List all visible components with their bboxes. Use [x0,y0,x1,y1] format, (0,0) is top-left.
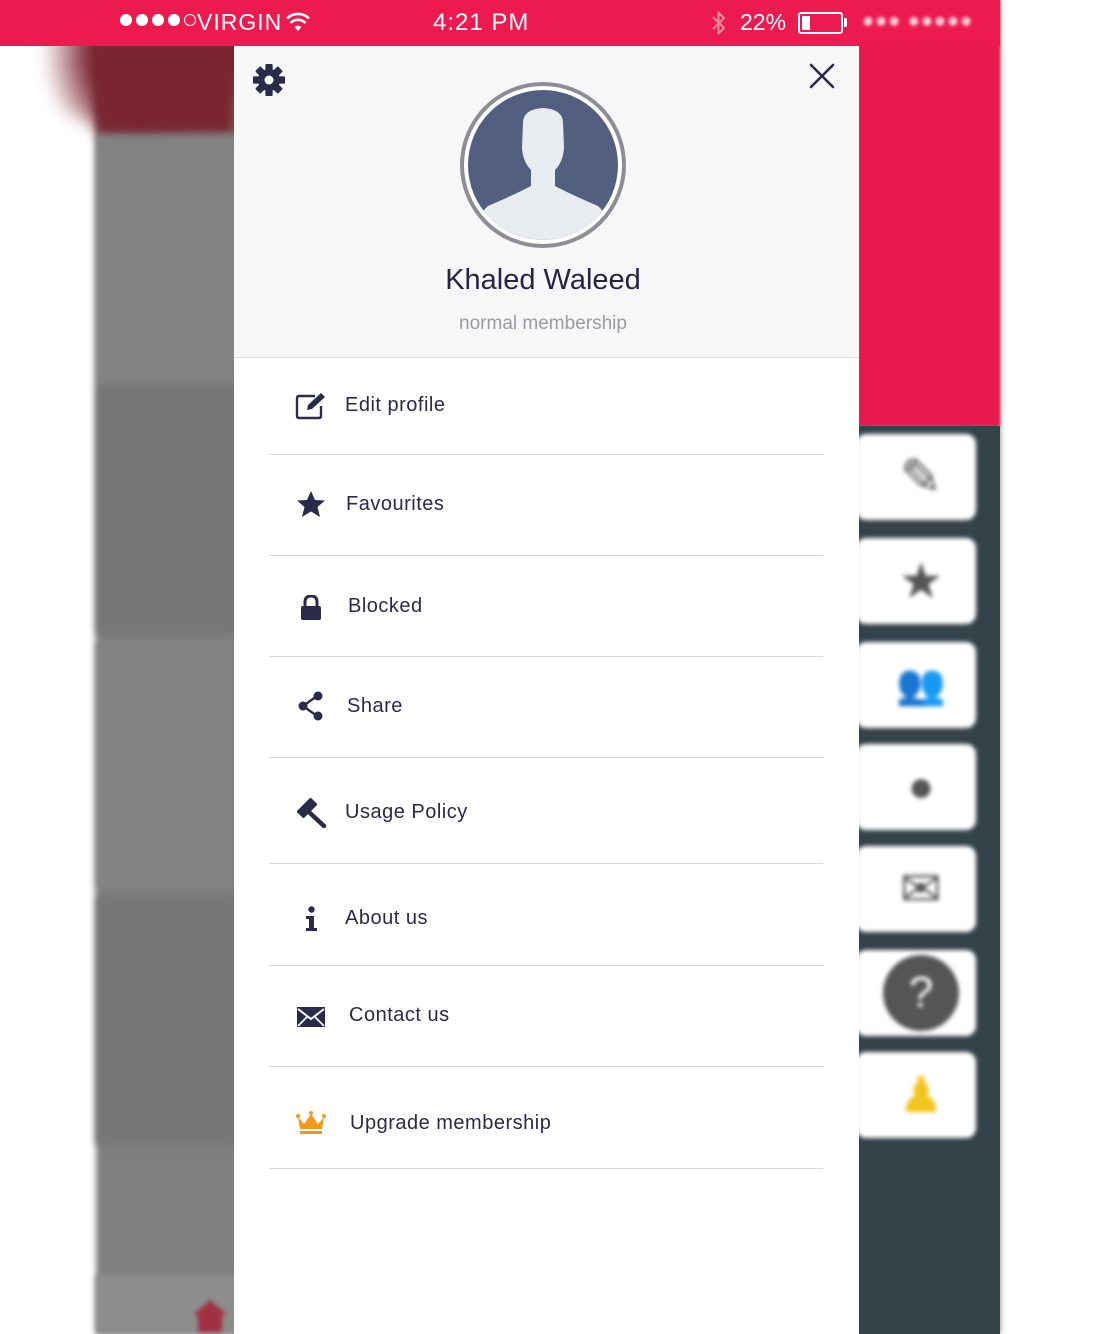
menu-item-blocked[interactable]: Blocked [269,556,823,657]
crown-icon [294,1106,328,1140]
background-tile-star: ★ [856,538,976,624]
background-list-row [96,385,236,635]
background-tile-bulb: ● [856,744,976,830]
carrier-name: VIRGIN [197,9,283,35]
background-tile-group: 👥 [856,642,976,728]
membership-type: normal membership [459,313,627,334]
signal-dot [152,14,164,26]
menu-item-edit-profile[interactable]: Edit profile [269,358,823,455]
background-tile-edit: ✎ [856,434,976,520]
person-silhouette-icon [475,108,611,240]
background-list-row [96,895,236,1145]
menu-item-favourites[interactable]: Favourites [269,455,823,556]
screen: ✎ ★ 👥 ● ✉ ? ♟ ●●● ●●●●● VIRGIN 4:21 PM 2… [0,0,1118,1334]
bluetooth-icon [712,11,725,35]
menu-label: About us [345,907,428,929]
menu-item-usage-policy[interactable]: Usage Policy [269,758,823,864]
wifi-icon [286,12,310,31]
menu-label: Upgrade membership [350,1112,552,1134]
menu-item-share[interactable]: Share [269,657,823,758]
menu-label: Contact us [349,1004,450,1026]
signal-dot [184,14,196,26]
background-tile-envelope: ✉ [856,846,976,932]
edit-icon [294,389,328,423]
background-status-signal: ●●● ●●●●● [862,10,974,32]
menu-label: Share [347,695,403,717]
menu-item-upgrade-membership[interactable]: Upgrade membership [269,1067,823,1169]
lock-icon [294,591,328,625]
close-icon [809,63,835,89]
gear-icon [253,64,285,96]
menu-label: Favourites [346,493,445,515]
background-list-row [96,135,236,385]
status-time: 4:21 PM [433,9,530,36]
envelope-icon: ✉ [900,861,942,917]
close-button[interactable] [806,60,838,92]
settings-button[interactable] [251,62,287,98]
profile-header: Khaled Waleed normal membership [234,46,859,358]
menu-label: Edit profile [345,394,446,416]
edit-icon: ✎ [900,449,942,505]
info-icon [294,902,328,936]
battery-tip [844,18,847,27]
star-icon [294,487,328,521]
user-badge-icon: ♟ [898,1067,944,1123]
signal-dot [168,14,180,26]
side-drawer: Khaled Waleed normal membership Edit pro… [234,46,859,1334]
battery-icon [798,12,843,34]
menu-item-about-us[interactable]: About us [269,864,823,966]
home-icon [193,1300,227,1332]
share-icon [294,689,328,723]
envelope-icon [294,1000,328,1034]
drawer-menu: Edit profile Favourites Blocked Share Us… [269,358,823,1169]
gavel-icon [294,795,328,829]
question-icon: ? [883,955,959,1031]
signal-dot [120,14,132,26]
menu-label: Blocked [348,595,423,617]
bulb-icon: ● [907,762,935,811]
avatar-image [468,90,618,240]
battery-percent: 22% [740,9,787,35]
background-tile-user-badge: ♟ [856,1052,976,1138]
background-tile-question: ? [856,950,976,1036]
signal-strength-icon [120,14,196,26]
battery-level [802,16,810,30]
avatar[interactable] [460,82,626,248]
menu-label: Usage Policy [345,801,468,823]
group-icon: 👥 [896,663,946,707]
star-icon: ★ [898,553,944,609]
menu-item-contact-us[interactable]: Contact us [269,966,823,1067]
background-header-right [858,0,1000,426]
user-name: Khaled Waleed [445,264,641,296]
signal-dot [136,14,148,26]
background-list-row [96,640,236,890]
